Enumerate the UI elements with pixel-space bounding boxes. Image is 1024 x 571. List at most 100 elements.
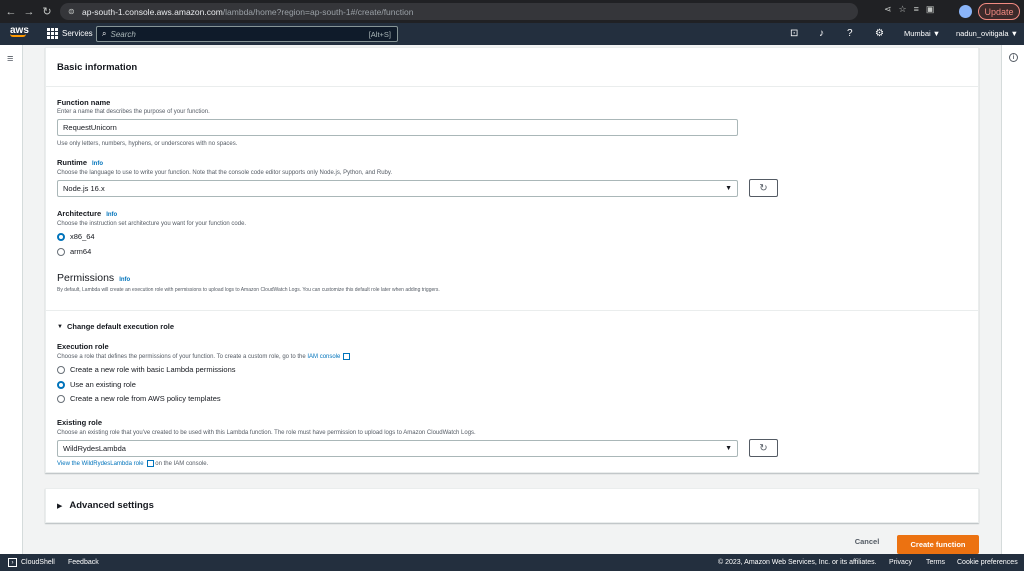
back-arrow-icon[interactable]: ← <box>4 5 18 19</box>
execution-role-description: Choose a role that defines the permissio… <box>57 353 351 361</box>
dropdown-caret-icon: ▼ <box>725 445 732 452</box>
architecture-option-label: arm64 <box>70 247 92 256</box>
services-label: Services <box>62 29 93 38</box>
runtime-refresh-button[interactable]: ↻ <box>749 179 778 197</box>
runtime-info-link[interactable]: Info <box>92 161 103 167</box>
create-function-button[interactable]: Create function <box>897 535 979 554</box>
search-icon: ⌕ <box>102 29 107 38</box>
reload-icon[interactable]: ↻ <box>40 5 54 19</box>
refresh-icon: ↻ <box>759 442 768 454</box>
iam-console-link[interactable]: IAM console <box>307 354 340 360</box>
caret-right-icon: ▶ <box>57 502 63 510</box>
architecture-option-label: x86_64 <box>70 232 95 241</box>
permissions-description: By default, Lambda will create an execut… <box>57 287 440 293</box>
address-bar[interactable]: ⊜ ap-south-1.console.aws.amazon.com/lamb… <box>60 3 858 20</box>
execution-role-description-text: Choose a role that defines the permissio… <box>57 354 306 361</box>
radio-unselected[interactable] <box>57 365 65 374</box>
share-icon[interactable]: ⋖ <box>884 4 892 15</box>
copyright-text: © 2023, Amazon Web Services, Inc. or its… <box>718 559 877 566</box>
existing-role-description: Choose an existing role that you've crea… <box>57 430 476 436</box>
cloudshell-icon[interactable]: ⊡ <box>790 28 798 39</box>
toggle-label: Change default execution role <box>66 322 175 331</box>
menu-hamburger-icon[interactable]: ≡ <box>7 53 13 65</box>
existing-role-value: WildRydesLambda <box>63 444 126 453</box>
existing-role-label: Existing role <box>57 418 103 427</box>
dropdown-caret-icon: ▼ <box>725 185 732 192</box>
radio-selected[interactable] <box>57 380 65 389</box>
runtime-value: Node.js 16.x <box>63 184 105 193</box>
forward-arrow-icon[interactable]: → <box>22 5 36 19</box>
settings-gear-icon[interactable]: ⚙ <box>875 28 884 39</box>
permissions-title: Permissions <box>57 272 115 284</box>
help-icon[interactable]: ? <box>847 28 853 39</box>
function-name-label: Function name <box>57 98 111 107</box>
architecture-option-arm64[interactable]: arm64 <box>57 247 91 256</box>
services-menu[interactable]: Services <box>47 28 93 39</box>
view-role-link[interactable]: View the WildRydesLambda role <box>57 461 144 467</box>
cloudshell-footer-button[interactable]: › CloudShell <box>8 558 55 567</box>
right-panel: i <box>1001 45 1024 554</box>
bookmark-star-icon[interactable]: ☆ <box>899 4 907 15</box>
permissions-info-link[interactable]: Info <box>119 277 130 283</box>
cookie-preferences-link[interactable]: Cookie preferences <box>957 559 1018 566</box>
services-grid-icon <box>47 28 58 39</box>
role-option-create-basic[interactable]: Create a new role with basic Lambda perm… <box>57 365 236 374</box>
radio-unselected[interactable] <box>57 394 65 403</box>
terms-link[interactable]: Terms <box>926 559 945 566</box>
runtime-select[interactable]: Node.js 16.x ▼ <box>57 180 738 197</box>
user-menu[interactable]: nadun_ovitigala ▼ <box>956 29 1018 38</box>
cloudshell-icon: › <box>8 558 17 567</box>
region-selector[interactable]: Mumbai ▼ <box>904 29 940 38</box>
runtime-label: Runtime <box>57 158 87 167</box>
radio-unselected[interactable] <box>57 247 65 256</box>
architecture-option-x86[interactable]: x86_64 <box>57 232 95 241</box>
execution-role-label: Execution role <box>57 342 109 351</box>
console-footer: › CloudShell Feedback © 2023, Amazon Web… <box>0 554 1024 571</box>
existing-role-select[interactable]: WildRydesLambda ▼ <box>57 440 738 457</box>
feedback-link[interactable]: Feedback <box>68 559 99 566</box>
function-name-hint: Use only letters, numbers, hyphens, or u… <box>57 141 238 147</box>
card-title: Basic information <box>57 62 138 73</box>
reading-list-icon[interactable]: ≡ <box>914 4 919 15</box>
radio-selected[interactable] <box>57 232 65 241</box>
privacy-link[interactable]: Privacy <box>889 559 912 566</box>
role-option-policy-templates[interactable]: Create a new role from AWS policy templa… <box>57 394 221 403</box>
runtime-description: Choose the language to use to write your… <box>57 170 393 176</box>
external-link-icon <box>146 460 154 467</box>
refresh-icon: ↻ <box>759 182 768 194</box>
url-path: /lambda/home?region=ap-south-1#/create/f… <box>222 6 414 17</box>
basic-information-card: Basic information Function name Enter a … <box>45 47 979 473</box>
role-option-label: Create a new role from AWS policy templa… <box>70 394 221 403</box>
cloudshell-label: CloudShell <box>21 559 55 566</box>
caret-down-icon: ▼ <box>57 323 63 330</box>
profile-avatar[interactable] <box>959 5 972 18</box>
search-input[interactable] <box>110 29 361 39</box>
site-info-icon[interactable]: ⊜ <box>68 7 78 16</box>
cancel-button[interactable]: Cancel <box>846 537 888 546</box>
external-link-icon <box>343 353 351 360</box>
function-name-input[interactable] <box>57 119 738 136</box>
aws-logo-text: aws <box>10 25 29 36</box>
aws-logo[interactable]: aws <box>10 25 29 37</box>
search-shortcut: [Alt+S] <box>368 29 391 39</box>
search-box[interactable]: ⌕ [Alt+S] <box>96 26 398 42</box>
change-execution-role-toggle[interactable]: ▼ Change default execution role <box>57 322 174 331</box>
existing-role-refresh-button[interactable]: ↻ <box>749 439 778 457</box>
aws-top-nav: aws Services ⌕ [Alt+S] ⊡ ♪ ? ⚙ Mumbai ▼ … <box>0 23 1024 45</box>
advanced-settings-title: Advanced settings <box>69 500 154 511</box>
update-button[interactable]: Update <box>978 3 1020 20</box>
architecture-info-link[interactable]: Info <box>106 212 117 218</box>
info-panel-icon[interactable]: i <box>1009 53 1018 62</box>
advanced-settings-card[interactable]: ▶ Advanced settings <box>45 488 979 523</box>
section-divider <box>46 310 978 311</box>
function-name-description: Enter a name that describes the purpose … <box>57 109 210 115</box>
notifications-bell-icon[interactable]: ♪ <box>819 28 824 39</box>
browser-toolbar: ← → ↻ ⊜ ap-south-1.console.aws.amazon.co… <box>0 0 1024 23</box>
side-panel-icon[interactable]: ▣ <box>926 4 935 15</box>
left-panel: ≡ <box>0 45 23 554</box>
role-option-use-existing[interactable]: Use an existing role <box>57 380 136 389</box>
architecture-description: Choose the instruction set architecture … <box>57 221 247 227</box>
url-host: ap-south-1.console.aws.amazon.com <box>82 6 223 17</box>
architecture-label: Architecture <box>57 209 102 218</box>
view-role-suffix: on the IAM console. <box>155 461 209 468</box>
